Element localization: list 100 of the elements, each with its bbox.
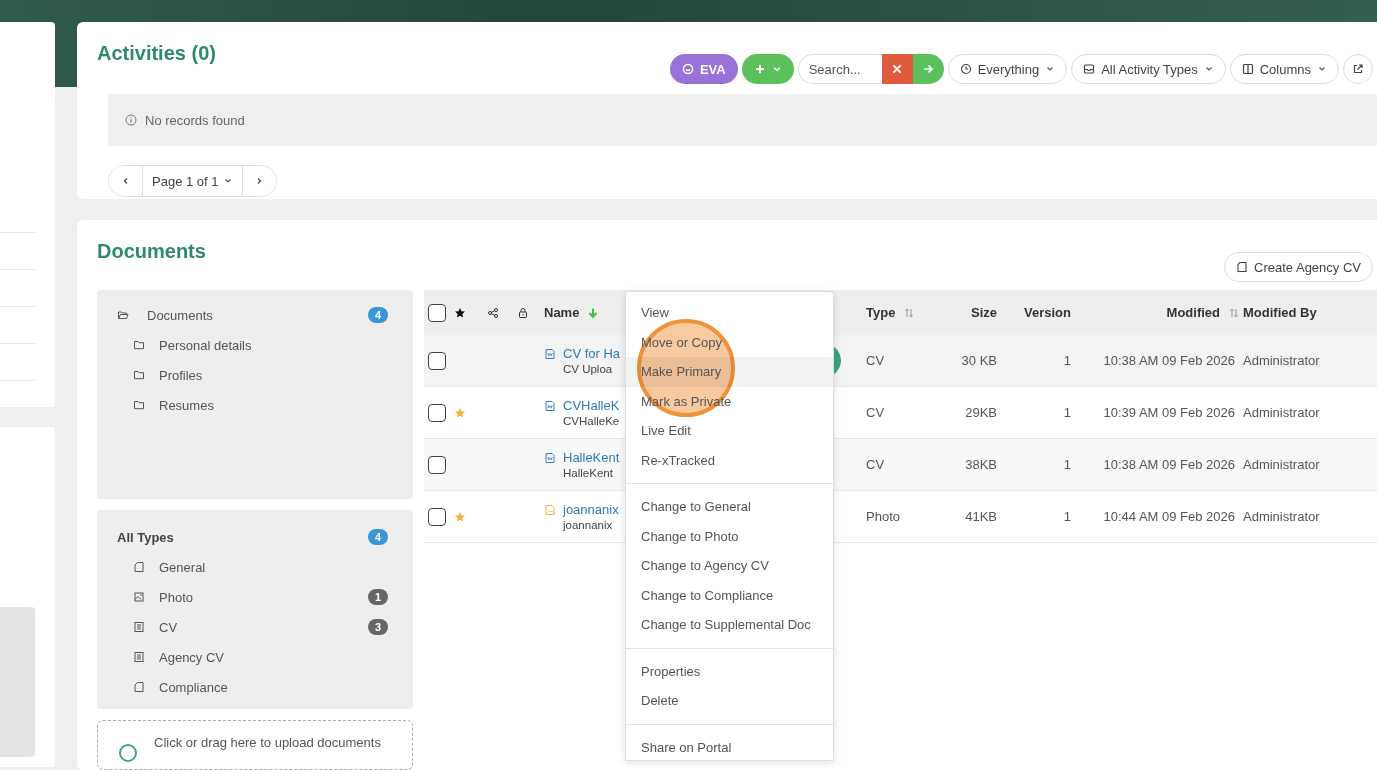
file-name-link[interactable]: joannanix: [563, 502, 619, 517]
count-badge: 4: [368, 529, 388, 545]
table-cell: 41KB: [965, 509, 997, 524]
star-icon[interactable]: [454, 406, 466, 419]
star-icon: [454, 306, 466, 319]
clear-button[interactable]: [881, 54, 913, 84]
create-agency-cv-button[interactable]: Create Agency CV: [1224, 252, 1373, 282]
sort-icon: [1228, 306, 1240, 319]
inbox-icon: [1083, 63, 1096, 75]
plus-icon: [753, 63, 766, 75]
menu-item[interactable]: Change to Supplemental Doc: [626, 610, 833, 640]
table-cell: Administrator: [1243, 405, 1320, 420]
upload-icon: [118, 743, 138, 763]
row-checkbox[interactable]: [428, 403, 446, 422]
info-icon: [125, 114, 137, 126]
select-all-checkbox[interactable]: [428, 303, 446, 322]
filter-dropdown[interactable]: All Activity Types: [1071, 54, 1226, 84]
document-file-icon: [544, 348, 556, 360]
row-checkbox[interactable]: [428, 507, 446, 526]
chat-icon: [681, 63, 694, 75]
file-name-link[interactable]: CV for Ha: [563, 346, 621, 361]
type-filter-item[interactable]: General: [117, 552, 388, 582]
open-external-button[interactable]: [1343, 54, 1373, 84]
menu-item[interactable]: Re-xTracked: [626, 445, 833, 475]
row-checkbox[interactable]: [428, 351, 446, 370]
table-cell: CV: [866, 405, 885, 420]
menu-item[interactable]: Change to Compliance: [626, 580, 833, 610]
menu-item[interactable]: Share on Portal: [626, 732, 833, 760]
menu-item[interactable]: Properties: [626, 656, 833, 686]
empty-message: No records found: [145, 112, 245, 128]
folder-item[interactable]: Resumes: [117, 390, 388, 420]
folder-item[interactable]: Documents 4: [117, 300, 388, 330]
folder-item[interactable]: Profiles: [117, 360, 388, 390]
folder-icon: [133, 369, 145, 381]
row-checkbox[interactable]: [428, 455, 446, 474]
go-button[interactable]: [912, 54, 944, 84]
menu-item[interactable]: Change to General: [626, 492, 833, 522]
table-cell: 38KB: [965, 457, 997, 472]
table-cell: Administrator: [1243, 509, 1320, 524]
filter-dropdown[interactable]: Columns: [1229, 54, 1339, 84]
list-document-icon: [133, 651, 145, 663]
section-title: Activities (0): [97, 42, 217, 65]
file-subtitle: joannanix: [563, 519, 614, 531]
table-cell-text: 10:38 AM 09 Feb 2026: [1103, 457, 1236, 472]
table-cell: 1: [1063, 509, 1071, 524]
image-file-icon: [544, 504, 556, 516]
count-badge: 3: [368, 619, 388, 635]
column-header[interactable]: Type: [866, 305, 896, 320]
count-badge: 4: [368, 307, 388, 323]
column-header[interactable]: Version: [1024, 305, 1071, 320]
menu-item[interactable]: Change to Agency CV: [626, 551, 833, 581]
folder-item[interactable]: Personal details: [117, 330, 388, 360]
column-header[interactable]: Size: [971, 305, 997, 320]
table-cell-text: 10:44 AM 09 Feb 2026: [1103, 509, 1236, 524]
document-file-icon: [544, 400, 556, 412]
column-header[interactable]: Modified By: [1243, 305, 1317, 320]
menu-item[interactable]: View: [626, 298, 833, 328]
arrow-right-icon: [922, 63, 935, 75]
type-filter-item[interactable]: Agency CV: [117, 642, 388, 672]
type-filter-item[interactable]: Compliance: [117, 672, 388, 702]
search-field[interactable]: Search...: [797, 54, 882, 84]
table-cell-text: 10:39 AM 09 Feb 2026: [1103, 405, 1236, 420]
share-icon: [487, 306, 499, 319]
list-document-icon: [133, 621, 145, 633]
menu-item[interactable]: Delete: [626, 686, 833, 716]
type-filter-item[interactable]: Photo 1: [117, 582, 388, 612]
folder-icon: [133, 339, 145, 351]
filter-dropdown[interactable]: Everything: [947, 54, 1068, 84]
sort-icon: [903, 306, 916, 319]
table-cell: CV: [866, 353, 885, 368]
section-title: Documents: [97, 240, 206, 264]
add-button[interactable]: [741, 54, 794, 84]
menu-item[interactable]: Make Primary: [626, 357, 833, 387]
type-filter-item[interactable]: All Types 4: [117, 522, 388, 552]
column-header[interactable]: Name: [544, 305, 580, 320]
page-dropdown[interactable]: Page 1 of 1: [142, 166, 243, 196]
table-cell: 1: [1063, 405, 1071, 420]
image-icon: [133, 591, 145, 603]
table-cell: 30 KB: [961, 353, 997, 368]
menu-item[interactable]: Change to Photo: [626, 521, 833, 551]
type-filter-item[interactable]: CV 3: [117, 612, 388, 642]
clock-icon: [959, 63, 972, 75]
folder-icon: [133, 399, 145, 411]
external-link-icon: [1352, 63, 1364, 75]
document-icon: [133, 681, 145, 693]
column-header[interactable]: Modified: [1166, 305, 1220, 320]
file-name-link[interactable]: HalleKent: [563, 450, 620, 465]
lock-icon: [517, 306, 529, 319]
upload-dropzone[interactable]: Click or drag here to upload documents: [97, 720, 413, 770]
file-name-link[interactable]: CVHalleK: [563, 398, 620, 413]
document-file-icon: [544, 452, 556, 464]
star-icon[interactable]: [454, 510, 466, 523]
table-cell: 29KB: [965, 405, 997, 420]
table-cell-text: 10:38 AM 09 Feb 2026: [1103, 353, 1236, 368]
close-icon: [891, 63, 904, 75]
table-cell: Administrator: [1243, 353, 1320, 368]
table-cell: Administrator: [1243, 457, 1320, 472]
columns-icon: [1241, 63, 1254, 75]
document-icon: [133, 561, 145, 573]
eva-button[interactable]: EVA: [669, 54, 738, 84]
